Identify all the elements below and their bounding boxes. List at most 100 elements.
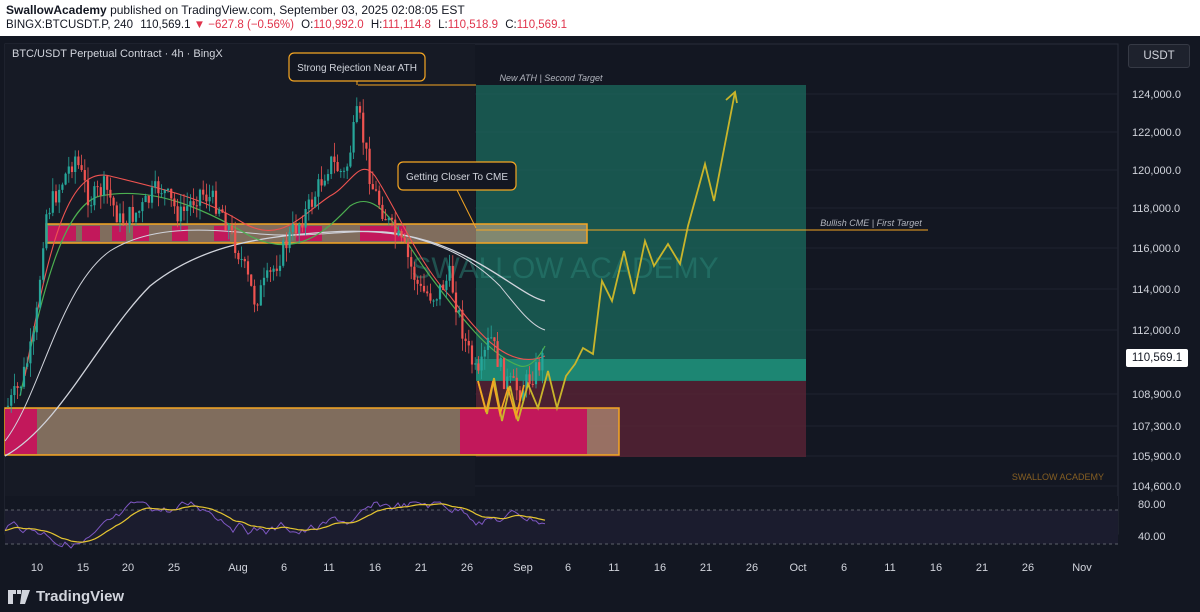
candle-body: [275, 268, 278, 271]
candle-body: [192, 201, 195, 206]
time-axis-label: 21: [976, 562, 988, 574]
candle-body: [474, 363, 477, 365]
candle-body: [86, 180, 90, 206]
time-axis-label: 25: [168, 562, 180, 574]
candle-body: [138, 211, 141, 213]
candle-body: [317, 179, 320, 197]
candle-body: [6, 405, 10, 407]
candle-body: [387, 217, 390, 221]
symbol-name: BINGX:BTCUSDT.P, 240: [6, 19, 133, 31]
candle-body: [51, 191, 54, 213]
author-name[interactable]: SwallowAcademy: [6, 3, 107, 17]
price-axis-label: 116,000.0: [1132, 243, 1180, 255]
price-axis-label: 124,000.0: [1132, 89, 1181, 101]
candle-body: [221, 209, 224, 213]
candle-body: [304, 208, 307, 228]
time-axis-label: 6: [565, 562, 571, 574]
price-change: −627.8 (−0.56%): [208, 19, 294, 31]
chart-canvas[interactable]: SWALLOW ACADEMY Strong Rejection Near AT…: [0, 36, 1200, 582]
candle-body: [96, 186, 99, 188]
candle-body: [224, 212, 227, 231]
candle-body: [288, 231, 291, 249]
candle-body: [234, 230, 237, 253]
chart-area[interactable]: SWALLOW ACADEMY Strong Rejection Near AT…: [0, 36, 1200, 582]
tradingview-icon: [8, 589, 30, 604]
time-axis-label: 26: [461, 562, 473, 574]
candle-body: [227, 225, 230, 231]
high-value: 111,114.8: [382, 19, 431, 31]
price-axis-label: 114,000.0: [1132, 284, 1180, 296]
publication-line: SwallowAcademy published on TradingView.…: [6, 3, 465, 17]
time-axis-label: 20: [122, 562, 134, 574]
time-axis-label: 26: [746, 562, 758, 574]
candle-body: [362, 112, 365, 143]
first-target-label: Bullish CME | First Target: [820, 218, 922, 228]
candle-body: [269, 270, 272, 272]
candle-body: [211, 190, 214, 197]
candle-body: [106, 176, 109, 190]
time-axis-label: 15: [77, 562, 89, 574]
candle-body: [141, 202, 144, 212]
tradingview-logo[interactable]: TradingView: [8, 588, 124, 605]
candle-body: [16, 386, 19, 389]
candle-body: [397, 230, 400, 236]
candle-body: [285, 240, 288, 249]
time-axis-label: 26: [1022, 562, 1034, 574]
candle-body: [467, 340, 470, 346]
candle-body: [67, 166, 70, 174]
published-text: published on TradingView.com, September …: [110, 3, 465, 17]
candle-body: [381, 204, 384, 219]
candle-body: [314, 196, 317, 207]
candle-body: [483, 349, 486, 357]
open-value: 110,992.0: [313, 19, 364, 31]
callout-rejection[interactable]: Strong Rejection Near ATH: [288, 52, 426, 85]
candle-body: [35, 307, 38, 333]
close-label: C:: [505, 19, 517, 31]
candle-body: [515, 377, 518, 391]
time-axis-label: Aug: [228, 562, 248, 574]
history-shade: [5, 44, 475, 534]
candle-body: [493, 337, 496, 342]
candle-body: [499, 357, 502, 367]
candle-body: [458, 309, 461, 313]
candle-body: [230, 225, 234, 231]
candle-body: [358, 106, 362, 113]
candle-body: [419, 283, 422, 286]
candle-body: [371, 184, 374, 190]
price-axis-label: 108,900.0: [1132, 389, 1181, 401]
price-axis-label: 112,000.0: [1132, 325, 1180, 337]
candle-body: [189, 201, 192, 207]
candle-body: [413, 266, 416, 280]
candle-body: [154, 181, 157, 188]
candle-body: [58, 189, 61, 203]
candle-body: [531, 383, 534, 385]
demand-zone-left-highlight: [5, 409, 37, 454]
price-axis[interactable]: 124,000.0 122,000.0 120,000.0 118,000.0 …: [1132, 89, 1181, 543]
candle-body: [208, 196, 211, 202]
down-arrow-icon: ▼: [193, 19, 206, 31]
candle-body: [368, 148, 371, 185]
callout-cme-text: Getting Closer To CME: [406, 172, 508, 183]
time-axis-label: 11: [323, 562, 334, 574]
candle-body: [410, 257, 413, 267]
price-axis-label: 122,000.0: [1132, 127, 1181, 139]
candle-body: [310, 199, 314, 207]
chart-title: BTC/USDT Perpetual Contract · 4h · BingX: [12, 48, 223, 60]
candle-body: [70, 166, 74, 173]
time-axis-label: 11: [608, 562, 619, 574]
time-axis[interactable]: 10 15 20 25 Aug 6 11 16 21 26 Sep 6 11 16 21 26 Oct 6 11 16…: [31, 562, 1092, 574]
candle-body: [237, 252, 240, 260]
candle-body: [490, 337, 493, 339]
candle-body: [301, 224, 304, 228]
demand-zone-right-highlight: [460, 409, 587, 454]
currency-button[interactable]: USDT: [1128, 44, 1190, 68]
candle-body: [240, 258, 243, 260]
time-axis-label: 16: [654, 562, 666, 574]
time-axis-label: 16: [930, 562, 942, 574]
candle-body: [282, 240, 285, 266]
candle-body: [93, 186, 96, 206]
candle-body: [346, 166, 349, 171]
candle-body: [202, 189, 205, 195]
candle-body: [464, 338, 467, 341]
time-axis-label: Oct: [789, 562, 806, 574]
